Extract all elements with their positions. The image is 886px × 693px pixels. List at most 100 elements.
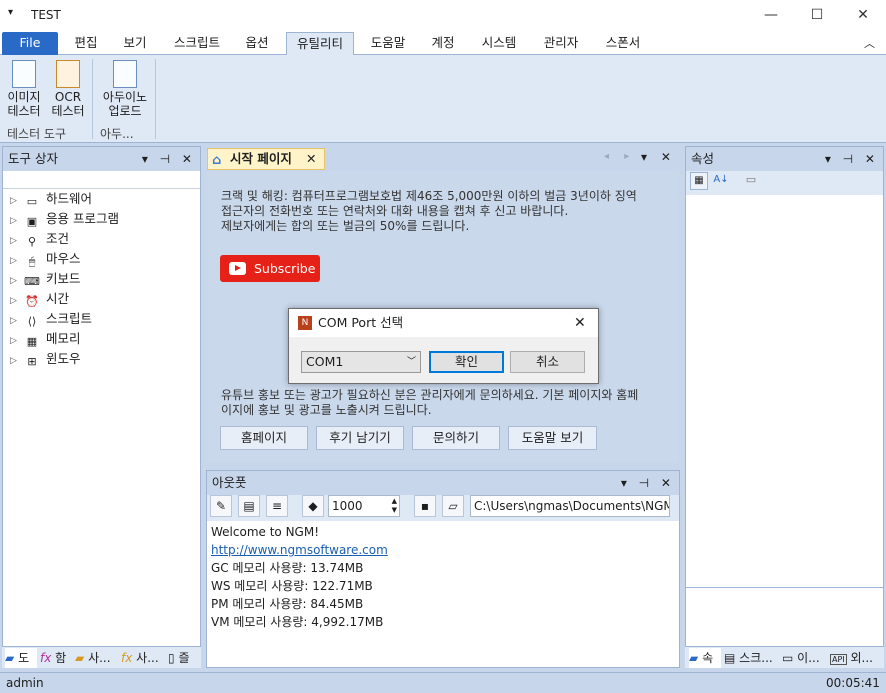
- toolbox-tab-function[interactable]: fx 함: [40, 648, 72, 668]
- ribbon-panel: 이미지 테스터 OCR 테스터 아두이노 업로드 테스터 도구 아두...: [0, 55, 886, 143]
- user-box-icon: ▰: [75, 651, 85, 665]
- window-menu-icon[interactable]: ▾: [8, 7, 13, 18]
- tab-script[interactable]: 스크립트: [164, 32, 230, 55]
- toolbox-tab-toolbox[interactable]: ▰ 도: [5, 648, 37, 668]
- tab-options[interactable]: 옵션: [236, 32, 278, 55]
- tree-item-condition[interactable]: ▷ ⚲ 조건: [10, 229, 69, 249]
- mouse-icon: 🖱: [28, 255, 36, 268]
- cancel-button[interactable]: 취소: [510, 351, 585, 373]
- tab-system[interactable]: 시스템: [472, 32, 526, 55]
- dialog-close-icon[interactable]: ✕: [574, 309, 586, 337]
- tab-start-page[interactable]: ⌂ 시작 페이지 ✕: [207, 148, 325, 170]
- clock-icon: ⏰: [25, 295, 39, 308]
- properties-tab-script[interactable]: ▤ 스크...: [724, 648, 778, 668]
- folder-open-icon[interactable]: ▱: [442, 495, 464, 517]
- ad-line-1: 유튜브 홍보 또는 광고가 필요하신 분은 관리자에게 문의하세요. 기본 페이…: [221, 388, 639, 402]
- function-icon: fx: [40, 651, 52, 665]
- inquiry-button[interactable]: 문의하기: [412, 426, 500, 450]
- output-header-icons[interactable]: ▾ ⊣ ✕: [621, 471, 675, 495]
- close-button[interactable]: ✕: [840, 0, 886, 30]
- ocr-tester-label-2: 테스터: [51, 104, 85, 118]
- categorized-icon[interactable]: ▦: [690, 172, 708, 190]
- tab-account[interactable]: 계정: [422, 32, 464, 55]
- notice-line-3: 제보자에게는 합의 또는 벌금의 50%를 드립니다.: [221, 219, 470, 233]
- tree-item-keyboard[interactable]: ▷ ⌨ 키보드: [10, 269, 81, 289]
- properties-panel: 속성 ▾ ⊣ ✕: [685, 146, 884, 668]
- properties-divider: [686, 587, 883, 588]
- clear-brush-icon[interactable]: ✎: [210, 495, 232, 517]
- log-file-icon[interactable]: ▤: [238, 495, 260, 517]
- toolbox-icon: ▰: [5, 651, 15, 665]
- arduino-upload-button[interactable]: 아두이노 업로드: [99, 60, 151, 118]
- notice-line-1: 크랙 및 해킹: 컴퓨터프로그램보호법 제46조 5,000만원 이하의 벌금 …: [221, 189, 637, 203]
- branch-icon: ⚲: [27, 235, 37, 248]
- minimize-button[interactable]: —: [748, 0, 794, 30]
- toolbox-tab-user-2[interactable]: fx 사...: [121, 648, 165, 668]
- properties-title: 속성: [691, 151, 715, 166]
- properties-icon: ▰: [689, 651, 699, 665]
- tab-utility[interactable]: 유틸리티: [286, 32, 354, 55]
- ribbon-collapse-icon[interactable]: ︿: [864, 35, 875, 51]
- tab-view[interactable]: 보기: [114, 32, 156, 55]
- properties-tab-external[interactable]: API 외...: [830, 648, 882, 668]
- output-link-homepage[interactable]: http://www.ngmsoftware.com: [211, 541, 388, 559]
- user-function-icon: fx: [121, 651, 133, 665]
- windows-logo-icon: ⊞: [27, 355, 37, 368]
- sort-alphabetical-icon[interactable]: A↓: [712, 172, 730, 190]
- image-tester-label-2: 테스터: [7, 104, 41, 118]
- youtube-subscribe-button[interactable]: Subscribe: [220, 255, 320, 282]
- toolbox-tab-user-1[interactable]: ▰ 사...: [75, 648, 119, 668]
- dialog-title: COM Port 선택: [318, 315, 404, 330]
- ocr-tester-button[interactable]: OCR 테스터: [50, 60, 86, 118]
- start-page-nav-icons[interactable]: ◂ ▸: [604, 151, 635, 162]
- homepage-button[interactable]: 홈페이지: [220, 426, 308, 450]
- save-icon[interactable]: ▪: [414, 495, 436, 517]
- close-tab-icon[interactable]: ✕: [306, 149, 316, 169]
- api-icon: API: [830, 654, 847, 665]
- stepper-arrows-icon[interactable]: ▲ ▼: [392, 497, 397, 515]
- tree-item-time[interactable]: ▷ ⏰ 시간: [10, 289, 69, 309]
- list-lines-icon[interactable]: ≡: [266, 495, 288, 517]
- output-path-field[interactable]: C:\Users\ngmas\Documents\NGM6\: [470, 495, 670, 517]
- ribbon-divider: [92, 59, 93, 139]
- properties-tab-props[interactable]: ▰ 속: [689, 648, 721, 668]
- ribbon-divider: [155, 59, 156, 139]
- toolbox-tab-favorites[interactable]: ▯ 즐: [168, 648, 200, 668]
- write-review-button[interactable]: 후기 남기기: [316, 426, 404, 450]
- status-user: admin: [6, 676, 44, 690]
- ribbon-tab-bar: File 편집 보기 스크립트 옵션 유틸리티 도움말 계정 시스템 관리자 스…: [0, 30, 886, 55]
- document-icon: [113, 60, 137, 88]
- interval-stepper[interactable]: 1000 ▲ ▼: [328, 495, 400, 517]
- output-line-pm: PM 메모리 사용량: 84.45MB: [211, 597, 364, 611]
- tab-edit[interactable]: 편집: [64, 32, 108, 55]
- help-view-button[interactable]: 도움말 보기: [508, 426, 597, 450]
- tab-sponsor[interactable]: 스폰서: [596, 32, 650, 55]
- dialog-title-bar: N COM Port 선택 ✕: [289, 309, 598, 337]
- tree-item-memory[interactable]: ▷ ▦ 메모리: [10, 329, 81, 349]
- output-line-vm: VM 메모리 사용량: 4,992.17MB: [211, 615, 384, 629]
- tree-item-mouse[interactable]: ▷ 🖱 마우스: [10, 249, 81, 269]
- property-pages-icon[interactable]: ▭: [742, 172, 760, 190]
- ok-button[interactable]: 확인: [429, 351, 504, 373]
- tree-item-application[interactable]: ▷ ▣ 응용 프로그램: [10, 209, 119, 229]
- com-port-select[interactable]: COM1 ﹀: [301, 351, 421, 373]
- ocr-tester-label-1: OCR: [54, 90, 82, 104]
- toolbox-header-icons[interactable]: ▾ ⊣ ✕: [142, 147, 196, 171]
- script-list-icon: ▤: [724, 651, 736, 665]
- title-bar: ▾ TEST — ☐ ✕: [0, 0, 886, 30]
- tree-item-hardware[interactable]: ▷ ▭ 하드웨어: [10, 189, 92, 209]
- toolbox-search-input[interactable]: [3, 171, 200, 189]
- tree-item-script[interactable]: ▷ ⟨⟩ 스크립트: [10, 309, 92, 329]
- eraser-icon[interactable]: ◆: [302, 495, 324, 517]
- properties-tab-image[interactable]: ▭ 이...: [782, 648, 826, 668]
- properties-header-icons[interactable]: ▾ ⊣ ✕: [825, 147, 879, 171]
- image-tester-button[interactable]: 이미지 테스터: [4, 60, 44, 118]
- maximize-button[interactable]: ☐: [794, 0, 840, 30]
- tab-file[interactable]: File: [2, 32, 58, 55]
- tab-help[interactable]: 도움말: [362, 32, 414, 55]
- tree-item-window[interactable]: ▷ ⊞ 윈도우: [10, 349, 81, 369]
- output-line-gc: GC 메모리 사용량: 13.74MB: [211, 561, 364, 575]
- ad-line-2: 이지에 홍보 및 광고를 노출시켜 드립니다.: [221, 403, 432, 417]
- tab-admin[interactable]: 관리자: [534, 32, 588, 55]
- start-page-header-icons[interactable]: ▾ ✕: [641, 150, 676, 164]
